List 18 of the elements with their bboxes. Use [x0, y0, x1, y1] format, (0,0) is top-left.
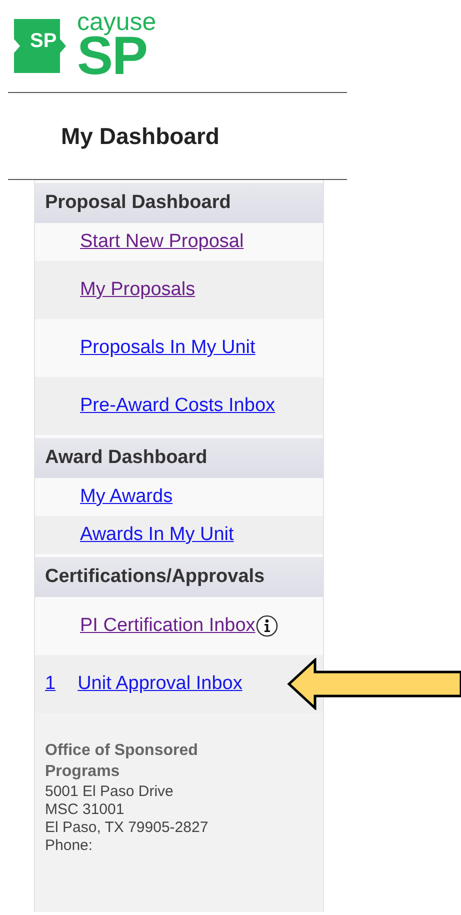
count-link[interactable]: 1	[45, 673, 56, 695]
office-name: Office of Sponsored Programs	[45, 741, 199, 782]
nav-link[interactable]: Awards In My Unit	[80, 524, 234, 546]
section-header: Award Dashboard	[35, 435, 323, 478]
office-address-line: El Paso, TX 79905-2827	[45, 818, 210, 837]
logo-badge	[11, 17, 69, 75]
office-address-line: MSC 31001	[45, 800, 126, 819]
office-address-line: 5001 El Paso Drive	[45, 782, 174, 801]
section-header: Proposal Dashboard	[35, 180, 323, 223]
info-icon[interactable]	[256, 615, 278, 637]
page-title: My Dashboard	[61, 122, 220, 150]
nav-link[interactable]: Unit Approval Inbox	[78, 673, 242, 695]
nav-link[interactable]: My Proposals	[80, 279, 196, 301]
section-header: Certifications/Approvals	[35, 554, 323, 597]
logo-badge-text: SP	[30, 30, 57, 53]
office-address-line: Phone:	[45, 836, 94, 855]
nav-link[interactable]: Pre-Award Costs Inbox	[80, 395, 276, 417]
nav-link[interactable]: My Awards	[80, 486, 173, 508]
